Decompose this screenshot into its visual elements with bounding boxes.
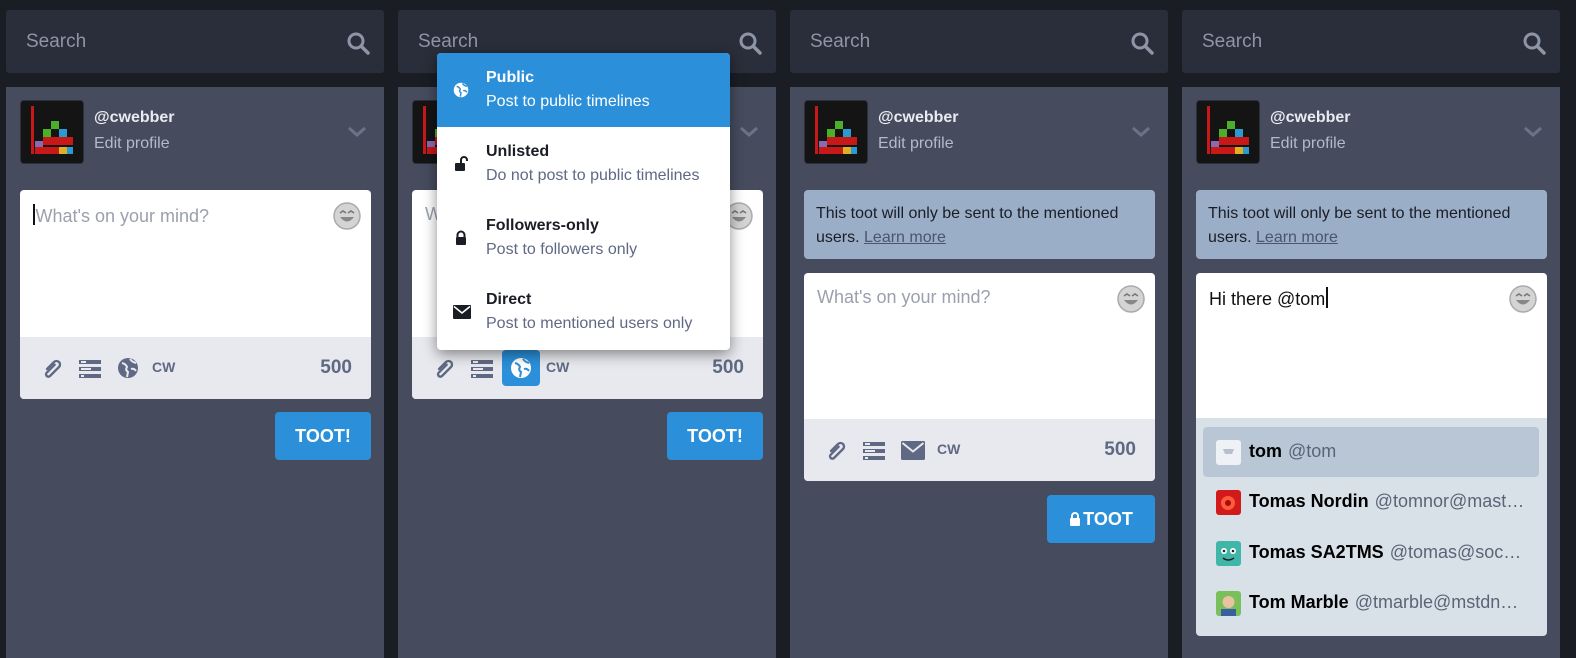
option-title: Unlisted	[486, 143, 550, 160]
globe-icon	[453, 82, 469, 98]
privacy-option-public[interactable]: Public Post to public timelines	[437, 53, 730, 127]
search-bar	[6, 10, 384, 73]
option-description: Post to mentioned users only	[486, 315, 693, 332]
compose-toolbar: CW 500	[20, 337, 371, 399]
edit-profile-link[interactable]: Edit profile	[878, 135, 954, 153]
paperclip-icon[interactable]	[40, 357, 64, 381]
privacy-option-followers-only[interactable]: Followers-only Post to followers only	[437, 201, 730, 275]
chevron-down-icon[interactable]	[1522, 125, 1544, 139]
search-icon[interactable]	[738, 31, 762, 55]
chevron-down-icon[interactable]	[738, 125, 760, 139]
avatar[interactable]	[20, 100, 84, 164]
search-input[interactable]	[26, 29, 326, 55]
content-warning-button[interactable]: CW	[937, 441, 960, 457]
compose-textarea[interactable]: What's on your mind?	[817, 287, 991, 308]
column-1: @cwebber Edit profile What's on your min…	[6, 0, 384, 658]
unlock-icon	[455, 156, 468, 171]
suggestion-label: Tomas SA2TMS @tomas@soc…	[1249, 542, 1522, 562]
option-description: Do not post to public timelines	[486, 167, 700, 184]
chevron-down-icon[interactable]	[1130, 125, 1152, 139]
poll-icon[interactable]	[862, 439, 886, 463]
learn-more-link[interactable]: Learn more	[864, 229, 946, 246]
compose-box: Hi there @tom	[1196, 273, 1547, 423]
toot-button[interactable]: TOOT	[1047, 495, 1155, 543]
globe-icon	[511, 358, 531, 378]
suggestion-item[interactable]: Tomas Nordin @tomnor@mast…	[1203, 477, 1539, 527]
column-3: @cwebber Edit profile This toot will onl…	[790, 0, 1168, 658]
profile-handle: @cwebber	[1270, 109, 1351, 126]
suggestion-item[interactable]: tom @tom	[1203, 427, 1539, 477]
privacy-button-active[interactable]	[502, 350, 540, 386]
search-input[interactable]	[1202, 29, 1502, 55]
compose-textarea[interactable]: Hi there @tom	[1209, 287, 1328, 310]
option-title: Followers-only	[486, 217, 599, 234]
search-input[interactable]	[418, 29, 718, 55]
privacy-option-unlisted[interactable]: Unlisted Do not post to public timelines	[437, 127, 730, 201]
compose-panel: @cwebber Edit profile This toot will onl…	[790, 87, 1168, 658]
avatar	[1216, 541, 1241, 566]
suggestion-label: tom @tom	[1249, 441, 1337, 461]
character-counter: 500	[1104, 439, 1136, 460]
search-icon[interactable]	[346, 31, 370, 55]
search-icon[interactable]	[1130, 31, 1154, 55]
suggestion-item[interactable]: Tomas SA2TMS @tomas@soc…	[1203, 528, 1539, 578]
direct-message-warning: This toot will only be sent to the menti…	[804, 190, 1155, 259]
chevron-down-icon[interactable]	[346, 125, 368, 139]
emoji-icon[interactable]	[1508, 284, 1538, 314]
compose-box: What's on your mind? CW 500	[20, 190, 371, 399]
profile-handle: @cwebber	[94, 109, 175, 126]
avatar[interactable]	[1196, 100, 1260, 164]
compose-box: What's on your mind? CW 500	[804, 273, 1155, 481]
compose-toolbar: CW 500	[804, 419, 1155, 481]
envelope-icon	[453, 305, 471, 319]
option-description: Post to public timelines	[486, 93, 650, 110]
lock-icon	[456, 230, 466, 245]
avatar[interactable]	[804, 100, 868, 164]
compose-panel: @cwebber Edit profile What's on your min…	[6, 87, 384, 658]
column-4: @cwebber Edit profile This toot will onl…	[1182, 0, 1560, 658]
option-title: Public	[486, 69, 535, 86]
privacy-dropdown: Public Post to public timelines Unlisted…	[437, 53, 730, 350]
learn-more-link[interactable]: Learn more	[1256, 229, 1338, 246]
option-description: Post to followers only	[486, 241, 638, 258]
lock-icon	[1070, 511, 1081, 526]
content-warning-button[interactable]: CW	[546, 359, 569, 375]
globe-icon[interactable]	[117, 357, 139, 379]
avatar	[1216, 440, 1241, 465]
toot-button[interactable]: TOOT!	[667, 412, 763, 460]
paperclip-icon[interactable]	[824, 439, 848, 463]
search-bar	[790, 10, 1168, 73]
poll-icon[interactable]	[470, 357, 494, 381]
poll-icon[interactable]	[78, 357, 102, 381]
edit-profile-link[interactable]: Edit profile	[94, 135, 170, 153]
profile-handle: @cwebber	[878, 109, 959, 126]
search-bar	[1182, 10, 1560, 73]
compose-textarea[interactable]: What's on your mind?	[33, 204, 209, 227]
edit-profile-link[interactable]: Edit profile	[1270, 135, 1346, 153]
option-title: Direct	[486, 291, 532, 308]
paperclip-icon[interactable]	[432, 357, 456, 381]
search-icon[interactable]	[1522, 31, 1546, 55]
avatar	[1216, 490, 1241, 515]
emoji-icon[interactable]	[332, 201, 362, 231]
autosuggest-list: tom @tom Tomas Nordin @tomnor@mast… Tomas …	[1196, 418, 1547, 636]
compose-panel: @cwebber Edit profile This toot will onl…	[1182, 87, 1560, 658]
character-counter: 500	[320, 357, 352, 378]
character-counter: 500	[712, 357, 744, 378]
privacy-option-direct[interactable]: Direct Post to mentioned users only	[437, 275, 730, 349]
content-warning-button[interactable]: CW	[152, 359, 175, 375]
suggestion-item[interactable]: Tom Marble @tmarble@mstdn…	[1203, 578, 1539, 628]
toot-button[interactable]: TOOT!	[275, 412, 371, 460]
search-input[interactable]	[810, 29, 1110, 55]
suggestion-label: Tom Marble @tmarble@mstdn…	[1249, 592, 1519, 612]
direct-message-warning: This toot will only be sent to the menti…	[1196, 190, 1547, 259]
suggestion-label: Tomas Nordin @tomnor@mast…	[1249, 491, 1525, 511]
envelope-icon[interactable]	[901, 441, 925, 460]
emoji-icon[interactable]	[1116, 284, 1146, 314]
avatar	[1216, 591, 1241, 616]
